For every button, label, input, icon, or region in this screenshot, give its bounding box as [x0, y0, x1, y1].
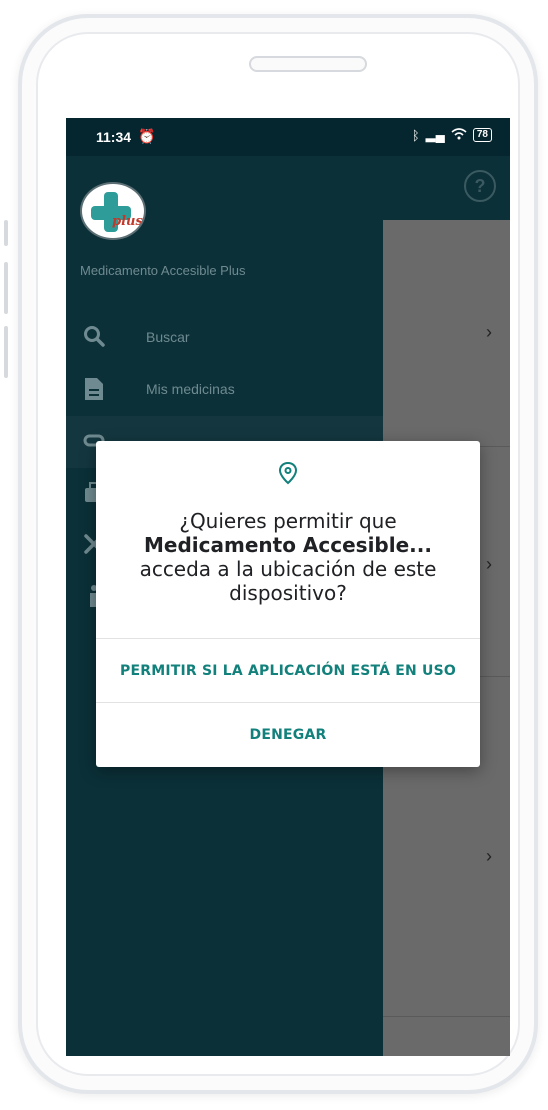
drawer-app-name: Medicamento Accesible Plus: [80, 263, 246, 278]
drawer-item-buscar[interactable]: Buscar: [66, 312, 383, 364]
dialog-message-prefix: ¿Quieres permitir que: [179, 509, 397, 533]
signal-icon: ▂▄: [425, 127, 445, 142]
phone-speaker: [249, 56, 367, 72]
phone-side-button: [4, 220, 8, 246]
chevron-right-icon: ›: [486, 554, 492, 574]
location-pin-icon: [278, 461, 298, 485]
drawer-item-label: Mis medicinas: [146, 381, 235, 397]
search-icon: [80, 324, 108, 352]
document-icon: [80, 376, 108, 404]
chevron-right-icon: ›: [486, 322, 492, 342]
status-time: 11:34: [96, 129, 132, 145]
drawer-item-mis-medicinas[interactable]: Mis medicinas: [66, 364, 383, 416]
status-bar: 11:34 ⏰ ᛒ ▂▄ 78: [66, 118, 510, 156]
location-permission-dialog: ¿Quieres permitir que Medicamento Accesi…: [96, 441, 480, 767]
app-logo: plus: [80, 182, 146, 240]
alarm-icon: ⏰: [138, 128, 156, 144]
dialog-app-name: Medicamento Accesible...: [144, 533, 432, 557]
allow-while-in-use-button[interactable]: PERMITIR SI LA APLICACIÓN ESTÁ EN USO: [96, 663, 480, 679]
bluetooth-icon: ᛒ: [411, 127, 420, 143]
battery-indicator: 78: [472, 128, 492, 142]
status-icons: ᛒ ▂▄ 78: [412, 127, 492, 143]
wifi-icon: [451, 127, 467, 143]
chevron-right-icon: ›: [486, 846, 492, 866]
drawer-item-label: Buscar: [146, 329, 190, 345]
help-icon[interactable]: ?: [464, 170, 496, 202]
phone-side-button: [4, 326, 8, 378]
logo-text: plus: [112, 214, 143, 229]
dialog-message-suffix: acceda a la ubicación de este dispositiv…: [139, 557, 437, 605]
phone-side-button: [4, 262, 8, 314]
divider: [96, 638, 480, 639]
divider: [96, 702, 480, 703]
deny-button[interactable]: DENEGAR: [96, 727, 480, 743]
dialog-message: ¿Quieres permitir que Medicamento Accesi…: [116, 509, 460, 605]
